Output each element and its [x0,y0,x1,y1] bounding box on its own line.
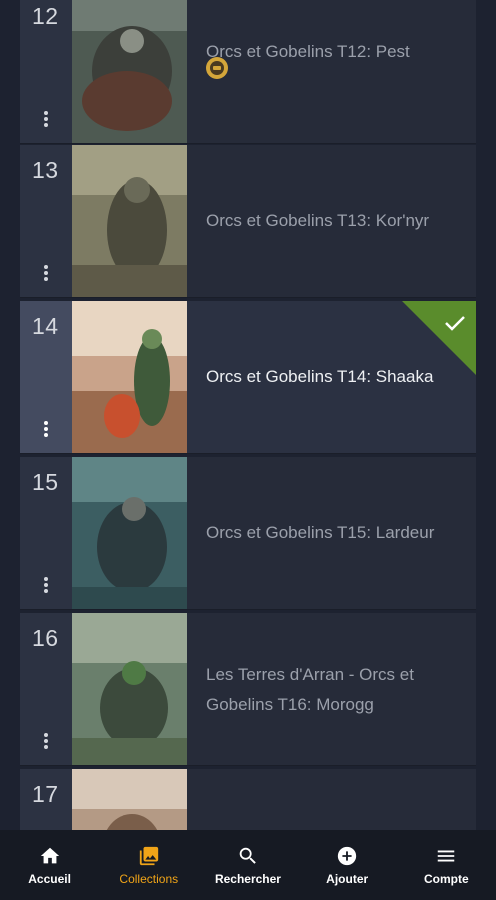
album-title: Orcs et Gobelins T15: Lardeur [206,523,435,542]
home-icon [40,847,59,863]
owned-check-icon [402,301,476,375]
add-circle-icon [337,846,357,865]
album-number: 15 [32,469,59,495]
more-options-icon[interactable] [36,575,56,595]
reading-badge-icon [206,57,228,79]
album-cover[interactable] [72,613,187,765]
album-row-16[interactable]: 16 Les Terres d'Arran - Orcs et Gobelins… [20,613,476,766]
number-column: 14 [20,301,72,453]
album-number: 14 [32,313,59,339]
album-list: 12 Orcs et Gobelins T12: Pest 13 Orcs et… [0,0,496,830]
album-number: 17 [32,781,59,807]
nav-home[interactable]: Accueil [0,830,99,900]
nav-search[interactable]: Rechercher [198,830,297,900]
nav-add-label: Ajouter [326,871,369,886]
album-number: 12 [32,3,59,29]
album-cover[interactable] [72,145,187,297]
nav-collections-label: Collections [119,871,179,886]
album-title: Orcs et Gobelins T12: Pest [206,42,410,61]
nav-home-label: Accueil [28,871,71,886]
album-cover[interactable] [72,457,187,609]
more-options-icon[interactable] [36,263,56,283]
nav-search-label: Rechercher [214,871,281,886]
bottom-nav: Accueil Collections Rechercher Ajouter C… [0,830,496,900]
album-cover[interactable] [72,301,187,453]
album-cover[interactable] [72,0,187,143]
more-options-icon[interactable] [36,731,56,751]
menu-icon [438,850,455,861]
album-title: Les Terres d'Arran - Orcs et Gobelins T1… [206,665,414,714]
nav-add[interactable]: Ajouter [298,830,397,900]
nav-account-label: Compte [424,871,469,886]
number-column: 16 [20,613,72,765]
nav-account[interactable]: Compte [397,830,496,900]
album-number: 16 [32,625,59,651]
number-column: 17 [20,769,72,830]
album-title: Orcs et Gobelins T13: Kor'nyr [206,211,430,230]
album-number: 13 [32,157,59,183]
album-row-14[interactable]: 14 Orcs et Gobelins T14: Shaaka [20,301,476,454]
album-row-15[interactable]: 15 Orcs et Gobelins T15: Lardeur [20,457,476,610]
number-column: 13 [20,145,72,297]
search-icon [239,847,256,864]
nav-collections[interactable]: Collections [99,830,198,900]
more-options-icon[interactable] [36,109,56,129]
album-row-12[interactable]: 12 Orcs et Gobelins T12: Pest [20,0,476,144]
album-row-17[interactable]: 17 [20,769,476,830]
number-column: 12 [20,0,72,143]
collections-icon [139,846,158,865]
more-options-icon[interactable] [36,419,56,439]
number-column: 15 [20,457,72,609]
album-row-13[interactable]: 13 Orcs et Gobelins T13: Kor'nyr [20,145,476,298]
album-cover[interactable] [72,769,187,830]
